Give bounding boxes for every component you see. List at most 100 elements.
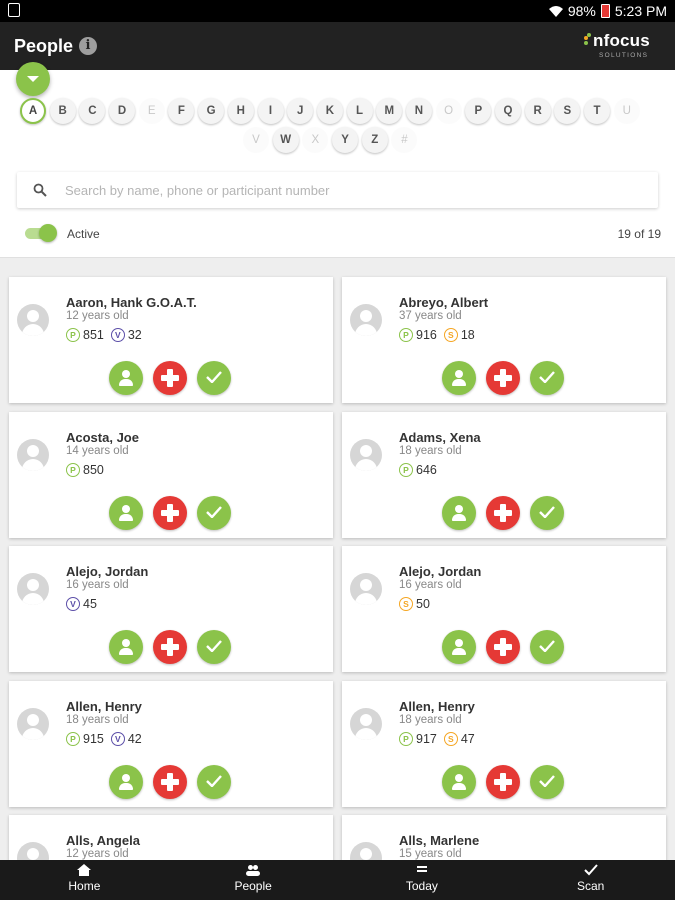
nav-scan[interactable]: Scan bbox=[506, 860, 675, 900]
check-in-button[interactable] bbox=[530, 496, 564, 530]
alphabet-letter[interactable]: L bbox=[346, 98, 373, 124]
alphabet-letter[interactable]: P bbox=[465, 98, 492, 124]
alphabet-letter[interactable]: T bbox=[584, 98, 611, 124]
alphabet-letter[interactable]: G bbox=[198, 98, 225, 124]
person-badges: P 646 bbox=[399, 463, 444, 477]
person-icon bbox=[455, 370, 463, 378]
person-badges: P 850 bbox=[66, 463, 111, 477]
person-card[interactable]: Allen, Henry 18 years old P 917 S 47 bbox=[342, 681, 666, 807]
person-card[interactable]: Allen, Henry 18 years old P 915 V 42 bbox=[9, 681, 333, 807]
person-card[interactable]: Adams, Xena 18 years old P 646 bbox=[342, 412, 666, 538]
profile-button[interactable] bbox=[442, 765, 476, 799]
card-actions bbox=[109, 361, 241, 395]
person-card[interactable]: Abreyo, Albert 37 years old P 916 S 18 bbox=[342, 277, 666, 403]
person-badges: S 50 bbox=[399, 597, 437, 611]
check-in-button[interactable] bbox=[197, 630, 231, 664]
person-card[interactable]: Alejo, Jordan 16 years old S 50 bbox=[342, 546, 666, 672]
info-icon[interactable]: i bbox=[79, 37, 97, 55]
check-in-button[interactable] bbox=[530, 765, 564, 799]
alphabet-letter[interactable]: I bbox=[257, 98, 284, 124]
checkmark-icon bbox=[539, 640, 555, 652]
volunteer-badge-icon: V bbox=[110, 732, 125, 746]
check-in-button[interactable] bbox=[530, 361, 564, 395]
badge-value: 32 bbox=[127, 328, 142, 342]
clock: 5:23 PM bbox=[614, 3, 667, 19]
card-actions bbox=[109, 765, 241, 799]
alphabet-letter[interactable]: N bbox=[405, 98, 432, 124]
expand-filter-button[interactable] bbox=[16, 62, 50, 96]
check-in-button[interactable] bbox=[197, 361, 231, 395]
wifi-icon bbox=[548, 6, 563, 17]
medical-button[interactable] bbox=[486, 630, 520, 664]
profile-button[interactable] bbox=[442, 496, 476, 530]
profile-button[interactable] bbox=[442, 361, 476, 395]
profile-button[interactable] bbox=[109, 496, 143, 530]
person-icon bbox=[455, 774, 463, 782]
alphabet-letter[interactable]: A bbox=[20, 98, 46, 124]
medical-button[interactable] bbox=[153, 361, 187, 395]
check-in-button[interactable] bbox=[530, 630, 564, 664]
alphabet-letter[interactable]: J bbox=[287, 98, 314, 124]
person-icon bbox=[122, 639, 130, 647]
checkmark-icon bbox=[539, 506, 555, 518]
alphabet-letter[interactable]: Y bbox=[332, 127, 359, 153]
alphabet-letter[interactable]: H bbox=[227, 98, 254, 124]
person-name: Alls, Marlene bbox=[399, 833, 480, 848]
medical-button[interactable] bbox=[153, 765, 187, 799]
profile-button[interactable] bbox=[109, 361, 143, 395]
medical-button[interactable] bbox=[486, 361, 520, 395]
person-card[interactable]: Alls, Marlene 15 years old bbox=[342, 815, 666, 860]
card-actions bbox=[442, 496, 574, 530]
people-list[interactable]: Aaron, Hank G.O.A.T. 12 years old P 851 V 32 A… bbox=[0, 257, 675, 860]
avatar bbox=[350, 708, 382, 740]
battery-icon bbox=[600, 4, 610, 18]
logo-word: nfocus bbox=[593, 31, 650, 50]
alphabet-letter[interactable]: K bbox=[316, 98, 343, 124]
alphabet-letter[interactable]: B bbox=[49, 98, 76, 124]
nav-people[interactable]: People bbox=[169, 860, 338, 900]
nav-home[interactable]: Home bbox=[0, 860, 169, 900]
nav-today[interactable]: Today bbox=[338, 860, 507, 900]
medical-button[interactable] bbox=[486, 765, 520, 799]
alphabet-letter[interactable]: Z bbox=[361, 127, 388, 153]
badge-value: 45 bbox=[83, 597, 97, 611]
person-card[interactable]: Acosta, Joe 14 years old P 850 bbox=[9, 412, 333, 538]
medical-button[interactable] bbox=[153, 496, 187, 530]
search-input[interactable] bbox=[65, 176, 645, 204]
participant-badge-icon: P bbox=[66, 463, 80, 477]
alphabet-row-2: V W X Y Z # bbox=[243, 127, 421, 153]
profile-button[interactable] bbox=[109, 765, 143, 799]
alphabet-letter[interactable]: F bbox=[168, 98, 195, 124]
alphabet-letter[interactable]: D bbox=[109, 98, 136, 124]
person-card[interactable]: Aaron, Hank G.O.A.T. 12 years old P 851 V 32 bbox=[9, 277, 333, 403]
badge-value: 646 bbox=[416, 463, 437, 477]
card-actions bbox=[109, 630, 241, 664]
alphabet-letter[interactable]: S bbox=[554, 98, 581, 124]
card-actions bbox=[442, 361, 574, 395]
avatar bbox=[350, 842, 382, 860]
person-name: Allen, Henry bbox=[66, 699, 142, 714]
person-card[interactable]: Alls, Angela 12 years old bbox=[9, 815, 333, 860]
check-in-button[interactable] bbox=[197, 496, 231, 530]
checkmark-icon bbox=[539, 371, 555, 383]
person-name: Alls, Angela bbox=[66, 833, 140, 848]
alphabet-letter[interactable]: Q bbox=[495, 98, 521, 124]
alphabet-letter[interactable]: M bbox=[376, 98, 403, 124]
medical-button[interactable] bbox=[486, 496, 520, 530]
alphabet-letter: X bbox=[302, 127, 329, 153]
alphabet-letter[interactable]: R bbox=[524, 98, 551, 124]
badge-value: 850 bbox=[83, 463, 104, 477]
person-age: 15 years old bbox=[399, 848, 462, 860]
profile-button[interactable] bbox=[109, 630, 143, 664]
active-toggle[interactable] bbox=[25, 224, 57, 242]
check-in-button[interactable] bbox=[197, 765, 231, 799]
alphabet-letter[interactable]: W bbox=[272, 127, 299, 153]
person-age: 18 years old bbox=[399, 714, 462, 726]
nav-today-label: Today bbox=[405, 879, 438, 893]
alphabet-letter[interactable]: C bbox=[79, 98, 106, 124]
profile-button[interactable] bbox=[442, 630, 476, 664]
medical-button[interactable] bbox=[153, 630, 187, 664]
person-card[interactable]: Alejo, Jordan 16 years old V 45 bbox=[9, 546, 333, 672]
checkmark-icon bbox=[539, 775, 555, 787]
badge-value: 42 bbox=[127, 732, 142, 746]
